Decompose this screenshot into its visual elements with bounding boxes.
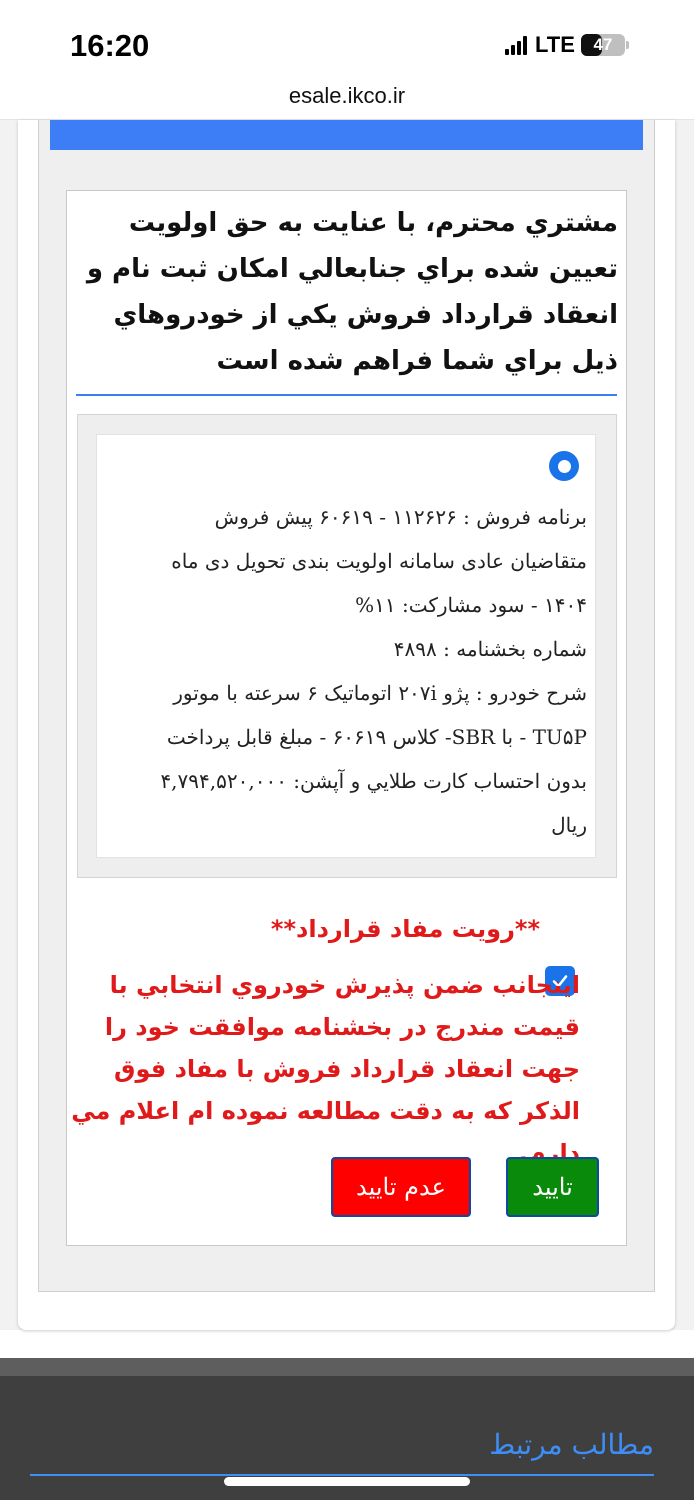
battery-level: 47 [593,35,613,54]
status-indicators: LTE 47 [505,32,629,58]
option-details: برنامه فروش : ۱۱۲۶۲۶ - ۶۰۶۱۹ پیش فروش مت… [110,495,587,847]
intro-divider [76,394,617,396]
option-line-car-description: شرح خودرو : پژو ۲۰۷i اتوماتیک ۶ سرعته با… [173,681,587,705]
radio-selected-dot [557,459,571,473]
confirm-button[interactable]: تایید [506,1157,599,1217]
related-divider [30,1474,654,1476]
footer-top-strip [0,1358,694,1376]
reject-button[interactable]: عدم تایید [331,1157,471,1217]
agree-statement: اينجانب ضمن پذيرش خودروي انتخابي با قيمت… [71,971,580,1167]
signal-strength-icon [505,35,527,55]
option-line-profit: ۱۴۰۴ - سود مشارکت: ۱۱% [355,593,587,617]
option-line-circular-number: شماره بخشنامه : ۴۸۹۸ [393,637,587,661]
option-line-applicants: متقاضیان عادی سامانه اولویت بندی تحویل د… [171,549,587,573]
battery-cap [625,41,629,49]
intro-message: مشتري محترم، با عنايت به حق اولويت تعيين… [86,208,618,376]
status-time: 16:20 [70,28,150,63]
panel-header-bar [50,120,643,150]
option-line-sale-program: برنامه فروش : ۱۱۲۶۲۶ - ۶۰۶۱۹ پیش فروش [214,505,587,529]
battery-icon: 47 [580,34,625,56]
url-bar[interactable]: esale.ikco.ir [0,76,694,120]
option-line-currency: ريال [551,813,587,837]
home-indicator[interactable] [224,1477,470,1486]
option-radio[interactable] [549,451,579,481]
option-line-engine-class: TU۵P - با SBR- کلاس ۶۰۶۱۹ - مبلغ قابل پر… [166,725,587,749]
network-type: LTE [535,32,575,57]
status-bar: 16:20 LTE 47 [0,0,694,76]
related-articles-heading[interactable]: مطالب مرتبط [430,1428,654,1461]
contract-terms-title: **رویت مفاد قرارداد** [270,915,540,943]
option-line-price: بدون احتساب کارت طلايي و آپشن: ۴,۷۹۴,۵۲۰… [160,769,587,793]
